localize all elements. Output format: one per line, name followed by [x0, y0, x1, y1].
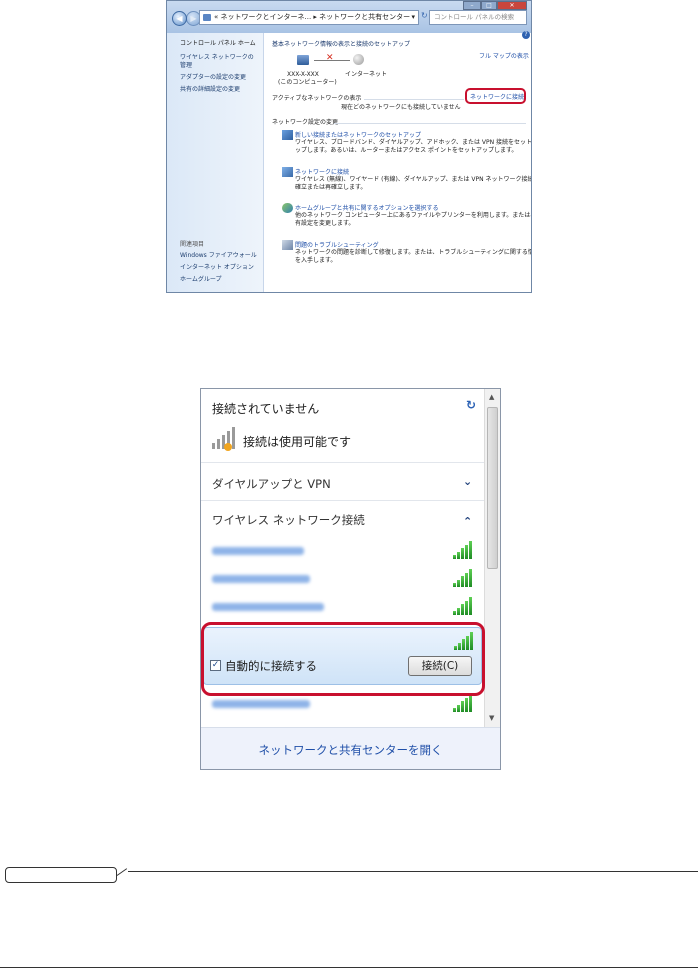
related-homegroup-link[interactable]: ホームグループ: [180, 276, 221, 284]
task-desc: を入手します。: [295, 257, 337, 264]
refresh-icon[interactable]: ↻: [421, 11, 428, 20]
connection-status-title: 接続されていません: [212, 402, 320, 416]
memo-label-box: [5, 867, 117, 883]
open-sharing-center-link[interactable]: ネットワークと共有センターを開く: [201, 742, 500, 758]
task-troubleshoot-link[interactable]: 問題のトラブルシューティング: [295, 240, 379, 249]
wireless-section-heading[interactable]: ワイヤレス ネットワーク接続: [212, 512, 365, 528]
divider: [334, 123, 526, 124]
warning-star-icon: [224, 443, 232, 451]
scrollbar[interactable]: ▲ ▼: [484, 389, 500, 727]
task-desc: 確立または再確立します。: [295, 184, 367, 191]
network-sharing-center-window: ◀ ▶ « ネットワークとインターネ... ▸ ネットワークと共有センター ▾ …: [166, 0, 532, 293]
task-desc: 他のネットワーク コンピューター上にあるファイルやプリンターを利用します。または…: [295, 212, 532, 219]
scrollbar-thumb[interactable]: [487, 407, 498, 569]
change-settings-heading: ネットワーク設定の変更: [272, 119, 339, 126]
blurred-ssid: [212, 700, 310, 708]
divider: [364, 99, 464, 100]
wifi-signal-icon: [453, 569, 473, 587]
scroll-down-icon[interactable]: ▼: [489, 714, 494, 722]
task-desc: ネットワークの問題を診断して修復します。または、トラブルシューティングに関する情…: [295, 249, 532, 256]
wifi-signal-icon: [453, 694, 473, 712]
help-icon[interactable]: ?: [522, 31, 530, 39]
memo-connector: [116, 868, 128, 876]
dialup-vpn-section[interactable]: ダイヤルアップと VPN: [212, 476, 331, 492]
connect-network-icon: [282, 167, 293, 177]
refresh-icon[interactable]: ↻: [466, 398, 480, 412]
address-text: « ネットワークとインターネ... ▸ ネットワークと共有センター: [214, 13, 411, 21]
memo-top-rule: [128, 871, 698, 872]
title-bar: ◀ ▶ « ネットワークとインターネ... ▸ ネットワークと共有センター ▾ …: [167, 1, 531, 33]
minimize-button[interactable]: –: [463, 1, 481, 10]
connect-network-link[interactable]: ネットワークに接続: [470, 92, 524, 101]
computer-icon: [297, 55, 309, 65]
back-button[interactable]: ◀: [172, 11, 187, 26]
page-heading: 基本ネットワーク情報の表示と接続のセットアップ: [272, 41, 411, 48]
no-network-status: 現在どのネットワークにも接続していません: [341, 104, 461, 111]
wifi-network-row[interactable]: [201, 539, 484, 563]
homegroup-icon: [282, 203, 293, 213]
address-bar[interactable]: « ネットワークとインターネ... ▸ ネットワークと共有センター ▾: [199, 10, 419, 25]
search-placeholder: コントロール パネルの検索: [434, 13, 515, 21]
selected-network-highlight: [201, 622, 485, 696]
related-firewall-link[interactable]: Windows ファイアウォール: [180, 252, 257, 260]
computer-name: XXX-X-XXX: [287, 71, 319, 78]
sidebar-item-manage-wireless[interactable]: ワイヤレス ネットワークの管理: [180, 54, 254, 70]
task-desc: ップします。あるいは、ルーターまたはアクセス ポイントをセットアップします。: [295, 147, 518, 154]
sidebar-item-adapter-settings[interactable]: アダプターの設定の変更: [180, 74, 246, 82]
full-map-link[interactable]: フル マップの表示: [479, 51, 529, 60]
sidebar: コントロール パネル ホーム ワイヤレス ネットワークの管理 アダプターの設定の…: [167, 33, 264, 292]
task-desc: ワイヤレス (無線)、ワイヤード (有線)、ダイヤルアップ、または VPN ネッ…: [295, 176, 532, 183]
troubleshoot-icon: [282, 240, 293, 250]
task-new-connection-link[interactable]: 新しい接続またはネットワークのセットアップ: [295, 130, 421, 139]
maximize-button[interactable]: □: [481, 1, 497, 10]
wifi-network-row[interactable]: [201, 693, 484, 717]
sidebar-home-link[interactable]: コントロール パネル ホーム: [180, 40, 256, 48]
wifi-signal-icon: [453, 541, 473, 559]
flyout-footer: ネットワークと共有センターを開く: [201, 727, 500, 769]
wifi-network-row[interactable]: [201, 567, 484, 591]
computer-sub: (このコンピューター): [278, 79, 337, 86]
signal-available-icon: [212, 427, 238, 451]
new-connection-icon: [282, 130, 293, 140]
sidebar-item-sharing-settings[interactable]: 共有の詳細設定の変更: [180, 86, 240, 94]
task-homegroup-link[interactable]: ホームグループと共有に関するオプションを選択する: [295, 203, 438, 212]
internet-label: インターネット: [345, 71, 388, 78]
chevron-down-icon[interactable]: ⌄: [463, 475, 472, 488]
task-desc: ワイヤレス、ブロードバンド、ダイヤルアップ、アドホック、または VPN 接続をセ…: [295, 139, 532, 146]
scroll-up-icon[interactable]: ▲: [489, 393, 494, 401]
related-heading: 関連項目: [180, 241, 205, 248]
control-panel-icon: [203, 14, 211, 21]
active-network-heading: アクティブなネットワークの表示: [272, 95, 362, 102]
blurred-ssid: [212, 575, 310, 583]
close-button[interactable]: ✕: [497, 1, 527, 10]
divider: [201, 500, 484, 501]
search-input[interactable]: コントロール パネルの検索: [429, 10, 527, 25]
chevron-up-icon[interactable]: ⌃: [463, 515, 472, 528]
memo-bottom-rule: [0, 967, 698, 968]
disconnected-x-icon: ✕: [326, 53, 334, 63]
divider: [201, 462, 484, 463]
related-internet-options-link[interactable]: インターネット オプション: [180, 264, 254, 272]
blurred-ssid: [212, 603, 324, 611]
connections-available-label: 接続は使用可能です: [243, 435, 352, 449]
task-desc: 有設定を変更します。: [295, 220, 355, 227]
main-content: ? 基本ネットワーク情報の表示と接続のセットアップ フル マップの表示 ✕ XX…: [264, 31, 532, 292]
task-connect-network-link[interactable]: ネットワークに接続: [295, 167, 349, 176]
internet-globe-icon: [353, 54, 364, 65]
wifi-network-row[interactable]: [201, 595, 484, 619]
address-dropdown-icon[interactable]: ▾: [411, 11, 415, 24]
network-flyout-panel: 接続されていません ↻ 接続は使用可能です ダイヤルアップと VPN ⌄ ワイヤ…: [200, 388, 501, 770]
wifi-signal-icon: [453, 597, 473, 615]
blurred-ssid: [212, 547, 304, 555]
